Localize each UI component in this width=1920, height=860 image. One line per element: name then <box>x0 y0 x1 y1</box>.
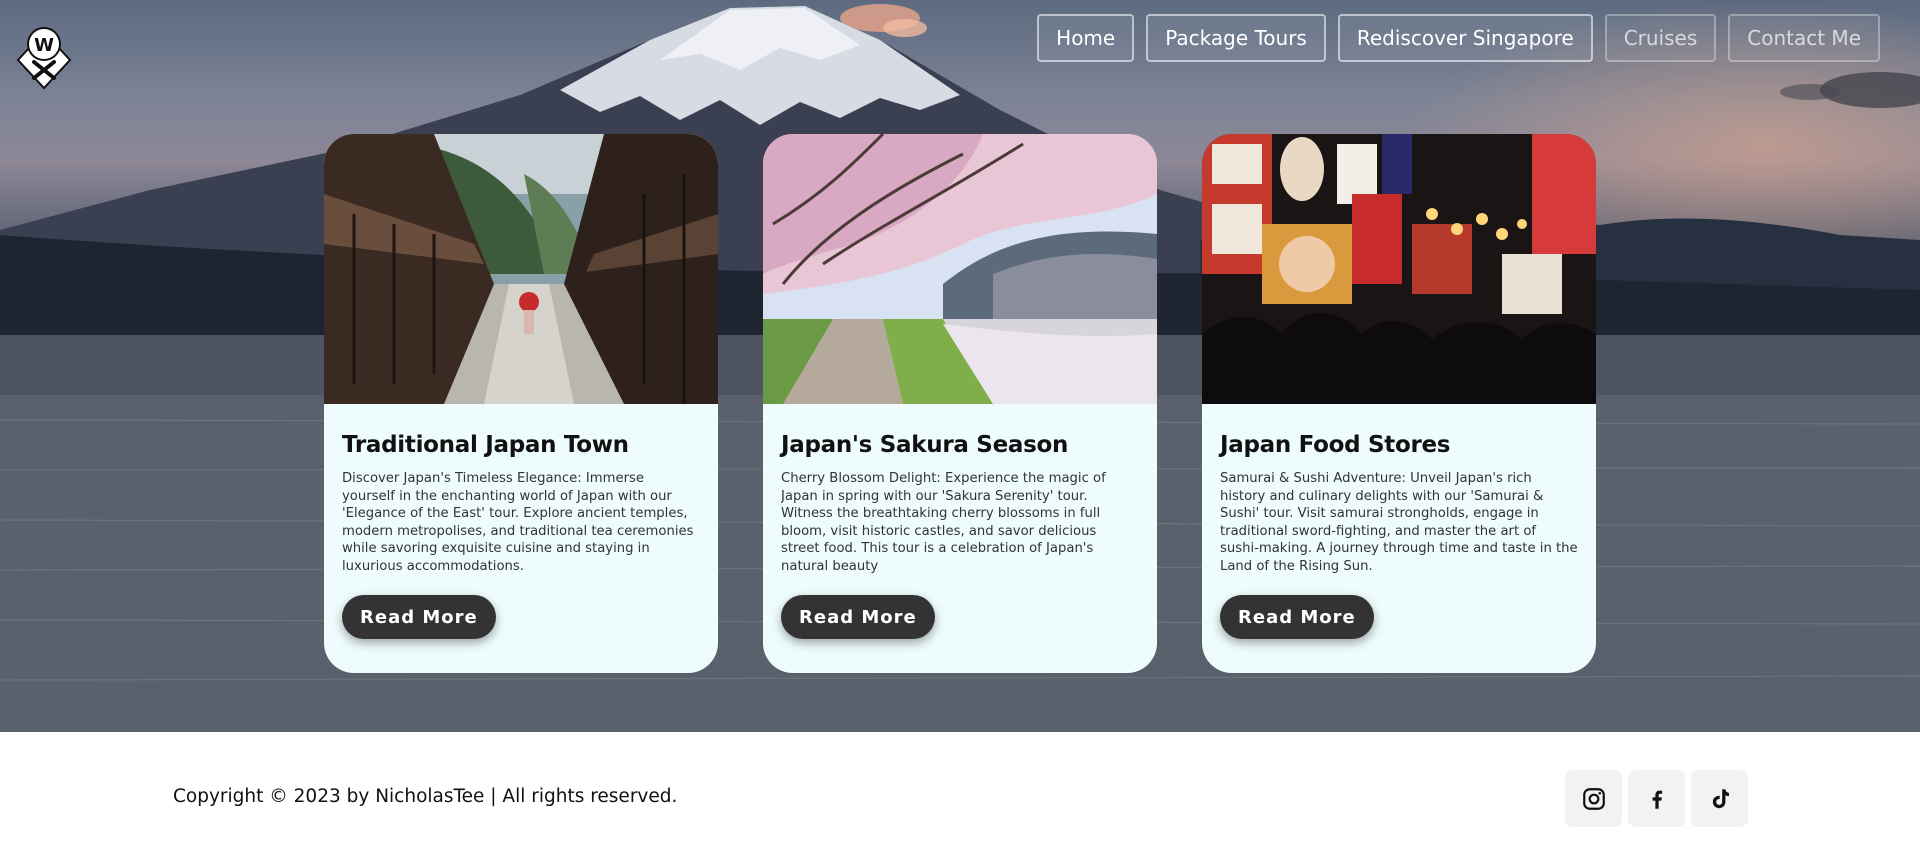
footer: Copyright © 2023 by NicholasTee | All ri… <box>0 732 1920 860</box>
tiktok-icon <box>1712 788 1729 808</box>
logo-letter: W <box>34 35 54 56</box>
copyright-text: Copyright © 2023 by NicholasTee | All ri… <box>173 786 678 807</box>
facebook-link[interactable] <box>1628 770 1685 827</box>
nav-contact-me[interactable]: Contact Me <box>1728 14 1880 62</box>
read-more-button[interactable]: Read More <box>342 595 496 639</box>
nav-package-tours[interactable]: Package Tours <box>1146 14 1326 62</box>
night-food-street-photo <box>1202 134 1596 404</box>
tiktok-link[interactable] <box>1691 770 1748 827</box>
cherry-blossom-path-photo <box>763 134 1157 404</box>
social-links <box>1565 770 1748 827</box>
card-description: Cherry Blossom Delight: Experience the m… <box>781 471 1106 574</box>
tour-card-traditional-town: Traditional Japan Town Discover Japan's … <box>324 134 718 673</box>
main-nav: Home Package Tours Rediscover Singapore … <box>1037 14 1880 62</box>
nav-cruises[interactable]: Cruises <box>1604 14 1717 62</box>
wx-diamond-logo[interactable]: W <box>16 24 72 90</box>
facebook-icon <box>1652 790 1662 809</box>
tour-cards: Traditional Japan Town Discover Japan's … <box>324 134 1596 673</box>
hero-background: W Home Package Tours Rediscover Singapor… <box>0 0 1920 732</box>
read-more-button[interactable]: Read More <box>1220 595 1374 639</box>
instagram-icon <box>1582 787 1605 810</box>
traditional-town-street-photo <box>324 134 718 404</box>
instagram-link[interactable] <box>1565 770 1622 827</box>
read-more-button[interactable]: Read More <box>781 595 935 639</box>
card-title: Traditional Japan Town <box>342 432 629 458</box>
tour-card-sakura-season: Japan's Sakura Season Cherry Blossom Del… <box>763 134 1157 673</box>
tour-card-food-stores: Japan Food Stores Samurai & Sushi Advent… <box>1202 134 1596 673</box>
card-description: Discover Japan's Timeless Elegance: Imme… <box>342 471 694 574</box>
card-title: Japan Food Stores <box>1220 432 1451 458</box>
card-title: Japan's Sakura Season <box>781 432 1069 458</box>
card-description: Samurai & Sushi Adventure: Unveil Japan'… <box>1220 471 1578 574</box>
nav-rediscover-singapore[interactable]: Rediscover Singapore <box>1337 14 1593 62</box>
nav-home[interactable]: Home <box>1037 14 1135 62</box>
